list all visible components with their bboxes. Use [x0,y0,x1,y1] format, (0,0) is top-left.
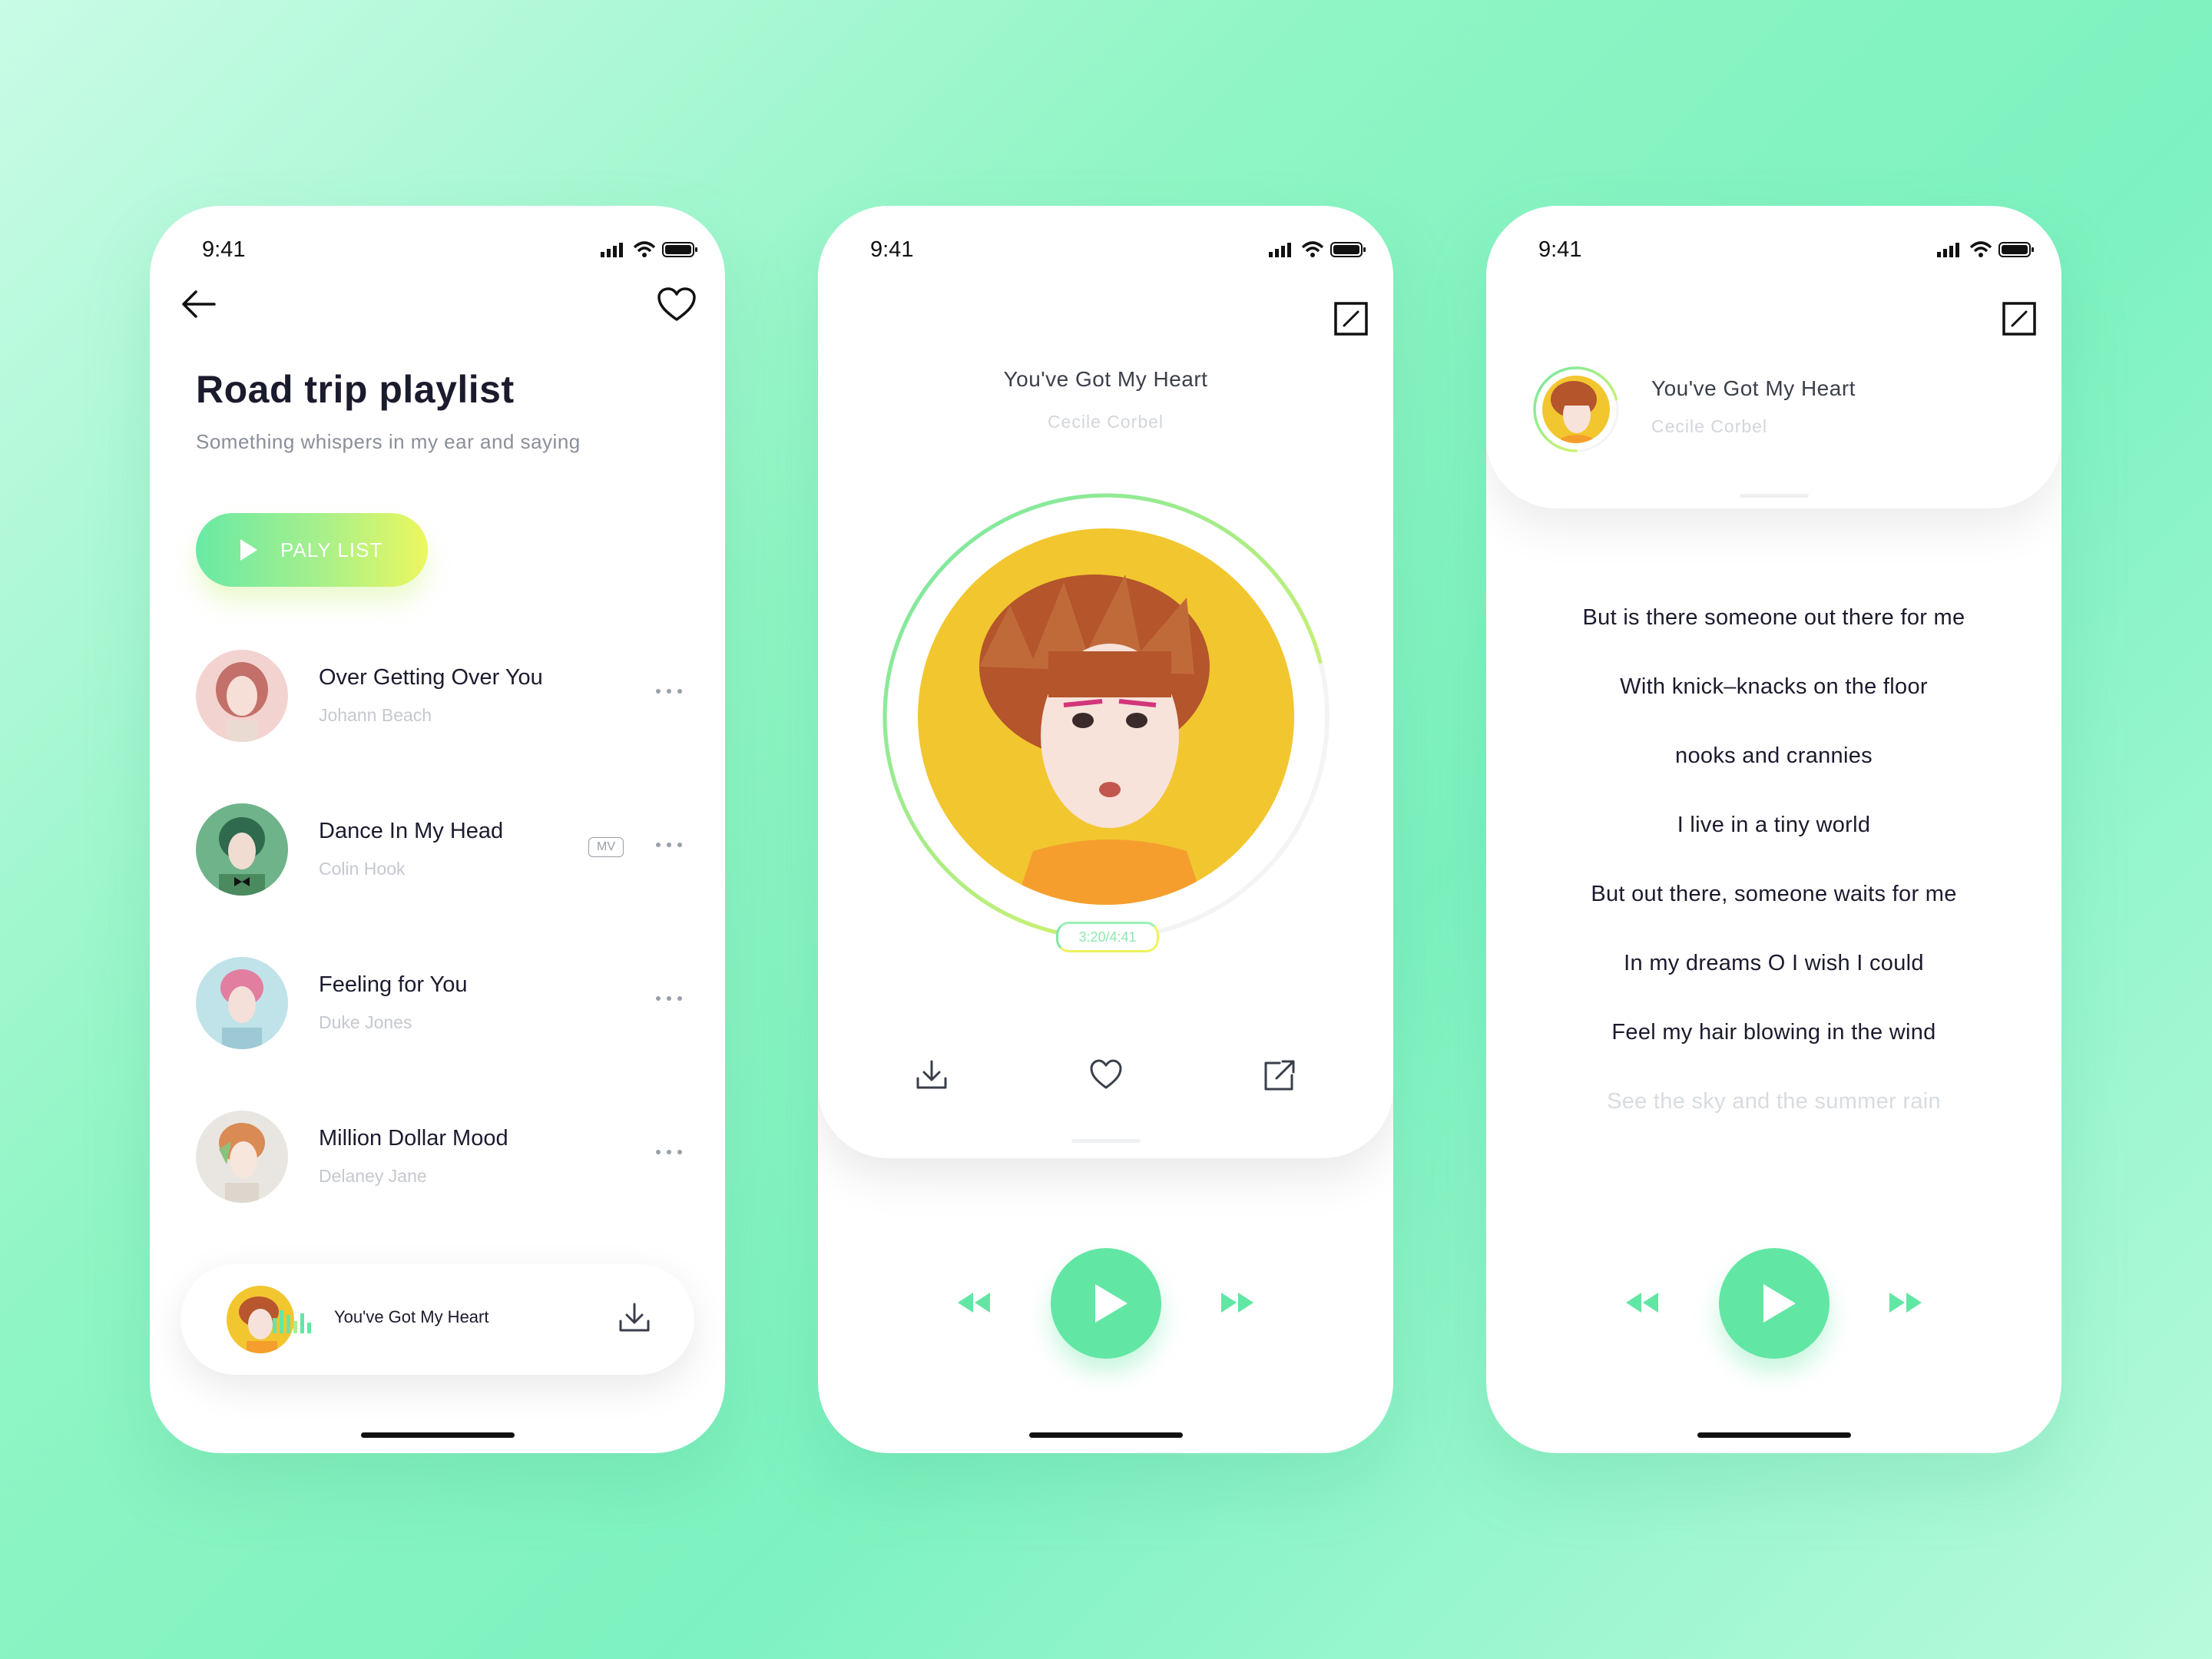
song-row[interactable]: Dance In My Head Colin Hook MV [196,803,694,899]
signal-icon [599,242,627,257]
song-row[interactable]: Million Dollar Mood Delaney Jane [196,1111,694,1206]
battery-icon [662,241,697,258]
playlist-screen: 9:41 Road trip playlist Something whispe… [150,206,725,1453]
drag-handle[interactable] [1739,494,1809,498]
mini-player-title: You've Got My Heart [334,1307,489,1326]
song-cover [196,957,288,1049]
status-bar: 9:41 [818,230,1393,269]
song-title: Feeling for You [319,972,468,997]
play-button[interactable] [1718,1248,1830,1359]
playback-controls [818,1248,1393,1363]
progress-ring[interactable] [879,490,1333,943]
status-time: 9:41 [1538,237,1582,262]
playlist-subtitle: Something whispers in my ear and saying [196,430,581,453]
track-artist: Cecile Corbel [1651,416,1768,436]
signal-icon [1267,242,1295,257]
like-heart-icon[interactable] [1088,1058,1124,1091]
collapse-icon[interactable] [2002,301,2037,336]
play-icon [1763,1284,1796,1323]
track-artist: Cecile Corbel [1047,412,1164,432]
home-indicator [1028,1432,1183,1438]
song-artist: Johann Beach [319,705,432,725]
song-row[interactable]: Over Getting Over You Johann Beach [196,650,694,745]
wifi-icon [1969,241,1992,258]
lyrics-screen: 9:41 You've Got My Heart Cecile Corbel B… [1486,206,2061,1453]
drag-handle[interactable] [1071,1139,1141,1143]
status-time: 9:41 [870,237,914,262]
wifi-icon [633,241,656,258]
more-icon[interactable] [655,1149,683,1155]
favorite-heart-icon[interactable] [656,286,697,324]
status-time: 9:41 [202,237,246,262]
battery-icon [1998,241,2034,258]
home-indicator [1697,1432,1851,1438]
playback-controls [1486,1248,2061,1363]
lyric-line: nooks and crannies [1675,743,1873,768]
mv-badge[interactable]: MV [588,837,624,857]
lyric-line: With knick–knacks on the floor [1620,674,1928,699]
song-artist: Colin Hook [319,859,406,879]
now-playing-card: 9:41 You've Got My Heart Cecile Corbel 3… [818,206,1393,1158]
song-cover [196,650,288,742]
mini-cover-ring[interactable] [1531,364,1621,455]
home-indicator [360,1432,515,1438]
play-icon [240,539,257,561]
battery-icon [1330,241,1366,258]
share-icon[interactable] [1263,1058,1296,1092]
collapse-icon[interactable] [1333,301,1369,336]
song-cover [196,1111,288,1203]
status-bar: 9:41 [150,230,725,269]
song-artist: Duke Jones [319,1012,412,1032]
play-list-label: PALY LIST [280,538,383,561]
now-playing-screen: 9:41 You've Got My Heart Cecile Corbel 3… [818,206,1393,1453]
song-title: Over Getting Over You [319,665,543,690]
lyrics-header-card: 9:41 You've Got My Heart Cecile Corbel [1486,206,2061,508]
download-icon[interactable] [915,1058,949,1092]
fast-forward-icon[interactable] [1888,1291,1923,1314]
track-title: You've Got My Heart [1003,367,1208,391]
equalizer-icon [273,1307,311,1333]
lyric-line: In my dreams O I wish I could [1624,951,1924,975]
lyric-line: But is there someone out there for me [1582,605,1965,630]
back-arrow-icon[interactable] [179,289,217,320]
lyric-line: See the sky and the summer rain [1607,1089,1941,1114]
track-title: You've Got My Heart [1651,376,1856,400]
download-icon[interactable] [618,1301,651,1335]
more-icon[interactable] [655,995,683,1002]
play-button[interactable] [1050,1248,1161,1359]
play-list-button[interactable]: PALY LIST [196,513,428,587]
lyric-line: But out there, someone waits for me [1591,882,1957,906]
more-icon[interactable] [655,688,683,694]
signal-icon [1936,242,1963,257]
rewind-icon[interactable] [956,1291,992,1314]
status-bar: 9:41 [1486,230,2061,269]
song-title: Dance In My Head [319,819,504,843]
song-row[interactable]: Feeling for You Duke Jones [196,957,694,1052]
more-icon[interactable] [655,842,683,848]
song-cover [196,803,288,896]
time-display: 3:20/4:41 [1056,922,1159,952]
play-icon [1094,1284,1128,1323]
playlist-title: Road trip playlist [196,368,515,411]
lyric-line: Feel my hair blowing in the wind [1611,1020,1936,1045]
song-artist: Delaney Jane [319,1166,427,1186]
lyric-line: I live in a tiny world [1677,813,1871,837]
fast-forward-icon[interactable] [1220,1291,1255,1314]
rewind-icon[interactable] [1624,1291,1660,1314]
wifi-icon [1301,241,1324,258]
song-title: Million Dollar Mood [319,1126,508,1151]
mini-player[interactable]: You've Got My Heart [180,1264,694,1375]
